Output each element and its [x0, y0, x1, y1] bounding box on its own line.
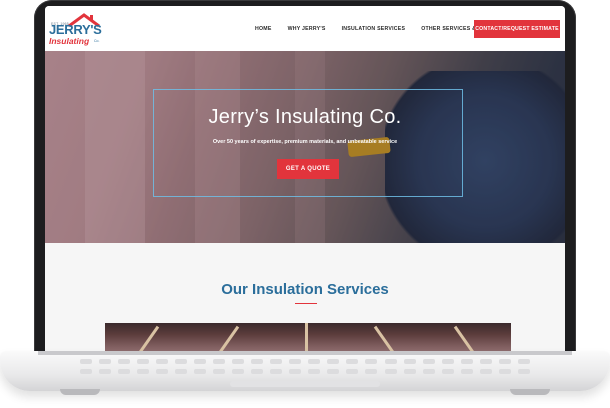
hero-subtitle: Over 50 years of expertise, premium mate… — [212, 139, 398, 145]
nav-home[interactable]: HOME — [255, 26, 272, 32]
attic-rafter — [373, 325, 400, 351]
services-attic-image — [105, 323, 511, 351]
get-a-quote-button[interactable]: GET A QUOTE — [277, 159, 339, 179]
laptop-base — [0, 351, 610, 408]
laptop-foot — [60, 389, 100, 395]
site-logo[interactable]: EST. 1965 JERRY'S Insulating Co. — [47, 12, 105, 48]
hero-section: Jerry’s Insulating Co. Over 50 years of … — [45, 51, 565, 243]
logo-suffix: Co. — [94, 39, 100, 43]
nav-insulation-services[interactable]: INSULATION SERVICES — [342, 26, 406, 32]
keyboard — [80, 359, 530, 379]
laptop-hinge — [38, 351, 572, 355]
attic-rafter — [305, 323, 308, 351]
logo-name: JERRY'S — [49, 22, 102, 37]
browser-screen: EST. 1965 JERRY'S Insulating Co. HOME WH… — [45, 6, 565, 351]
trackpad — [230, 381, 380, 387]
main-nav: HOME WHY JERRY'S INSULATION SERVICES OTH… — [255, 6, 509, 51]
attic-rafter — [213, 325, 240, 351]
services-section: Our Insulation Services — [45, 243, 565, 351]
site-header: EST. 1965 JERRY'S Insulating Co. HOME WH… — [45, 6, 565, 51]
hero-title: Jerry’s Insulating Co. — [208, 106, 402, 128]
attic-rafter — [133, 325, 160, 351]
nav-why-jerrys[interactable]: WHY JERRY'S — [288, 26, 326, 32]
logo-tagline: Insulating — [49, 36, 90, 46]
contact-request-estimate-button[interactable]: CONTACT/REQUEST ESTIMATE — [474, 20, 560, 38]
laptop-foot — [510, 389, 550, 395]
services-heading: Our Insulation Services — [221, 281, 389, 298]
services-divider — [295, 303, 317, 304]
attic-rafter — [453, 325, 480, 351]
